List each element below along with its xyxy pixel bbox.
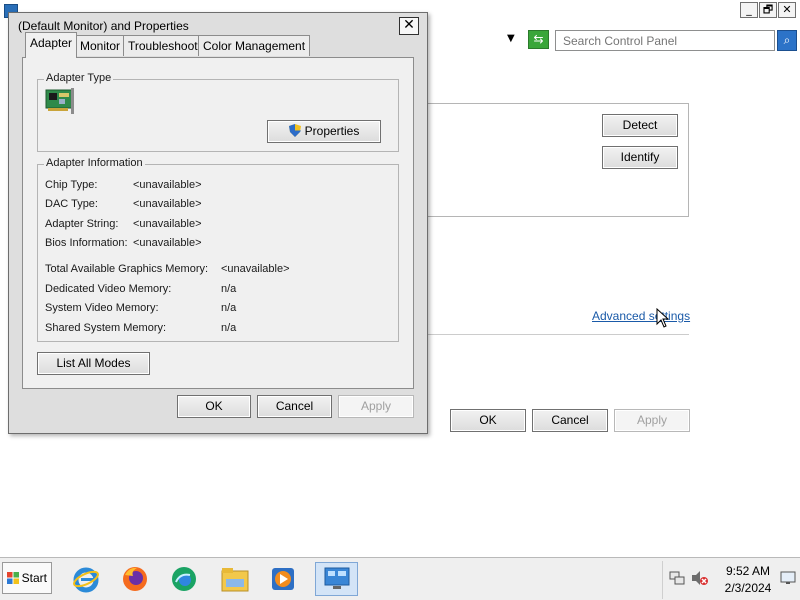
start-button[interactable]: Start	[2, 562, 52, 594]
bios-info-value: <unavailable>	[133, 237, 202, 249]
shared-system-memory-label: Shared System Memory:	[45, 322, 167, 334]
restore-button[interactable]: 🗗	[759, 2, 777, 18]
dialog-cancel-button[interactable]: Cancel	[257, 395, 332, 418]
media-player-icon[interactable]	[266, 562, 300, 596]
start-label: Start	[21, 571, 47, 585]
graphics-card-icon	[45, 88, 74, 114]
edge-browser-icon[interactable]	[167, 562, 201, 596]
show-desktop-icon[interactable]	[779, 570, 797, 586]
bios-info-label: Bios Information:	[45, 237, 128, 249]
internet-explorer-icon[interactable]	[69, 562, 103, 596]
minimize-button[interactable]: _	[740, 2, 758, 18]
total-graphics-memory-value: <unavailable>	[221, 263, 290, 275]
adapter-string-label: Adapter String:	[45, 218, 119, 230]
firefox-icon[interactable]	[118, 562, 152, 596]
bg-apply-button[interactable]: Apply	[614, 409, 690, 432]
dac-type-label: DAC Type:	[45, 198, 98, 210]
clock-time[interactable]: 9:52 AM	[720, 564, 776, 578]
divider	[428, 334, 689, 335]
dac-type-value: <unavailable>	[133, 198, 202, 210]
file-explorer-icon[interactable]	[218, 562, 252, 596]
dedicated-video-memory-label: Dedicated Video Memory:	[45, 283, 172, 295]
advanced-settings-link[interactable]: Advanced settings	[592, 309, 690, 323]
mouse-cursor-icon	[656, 308, 670, 328]
clock-date[interactable]: 2/3/2024	[720, 581, 776, 595]
system-video-memory-value: n/a	[221, 302, 237, 314]
search-input[interactable]	[555, 30, 775, 51]
tab-color-management[interactable]: Color Management	[198, 35, 311, 56]
dialog-title: (Default Monitor) and Properties	[18, 19, 189, 33]
list-all-modes-button[interactable]: List All Modes	[37, 352, 150, 375]
bg-cancel-button[interactable]: Cancel	[532, 409, 608, 432]
dialog-close-button[interactable]: ✕	[399, 17, 419, 35]
properties-button-label: Properties	[304, 124, 360, 138]
windows-logo-icon	[7, 572, 19, 584]
address-dropdown-icon[interactable]: ▼	[507, 33, 515, 44]
volume-muted-icon[interactable]	[690, 568, 710, 588]
refresh-go-icon[interactable]: ⇆	[528, 30, 549, 49]
adapter-info-label: Adapter Information	[44, 157, 145, 169]
tab-adapter[interactable]: Adapter	[25, 32, 78, 58]
bg-ok-button[interactable]: OK	[450, 409, 526, 432]
shared-system-memory-value: n/a	[221, 322, 237, 334]
adapter-string-value: <unavailable>	[133, 218, 202, 230]
tab-troubleshoot[interactable]: Troubleshoot	[123, 35, 203, 56]
uac-shield-icon	[288, 124, 301, 137]
detect-button[interactable]: Detect	[602, 114, 678, 137]
window-close-button[interactable]: ✕	[778, 2, 796, 18]
tab-monitor[interactable]: Monitor	[75, 35, 126, 56]
network-icon[interactable]	[668, 568, 686, 588]
adapter-properties-button[interactable]: Properties	[267, 120, 381, 143]
search-icon[interactable]: ⌕	[777, 30, 797, 51]
dialog-apply-button[interactable]: Apply	[338, 395, 414, 418]
dialog-ok-button[interactable]: OK	[177, 395, 251, 418]
system-video-memory-label: System Video Memory:	[45, 302, 159, 314]
adapter-type-label: Adapter Type	[44, 72, 114, 84]
chip-type-label: Chip Type:	[45, 179, 98, 191]
identify-button[interactable]: Identify	[602, 146, 678, 169]
chip-type-value: <unavailable>	[133, 179, 202, 191]
total-graphics-memory-label: Total Available Graphics Memory:	[45, 263, 209, 275]
display-settings-taskbar-icon[interactable]	[315, 562, 358, 596]
dedicated-video-memory-value: n/a	[221, 283, 237, 295]
